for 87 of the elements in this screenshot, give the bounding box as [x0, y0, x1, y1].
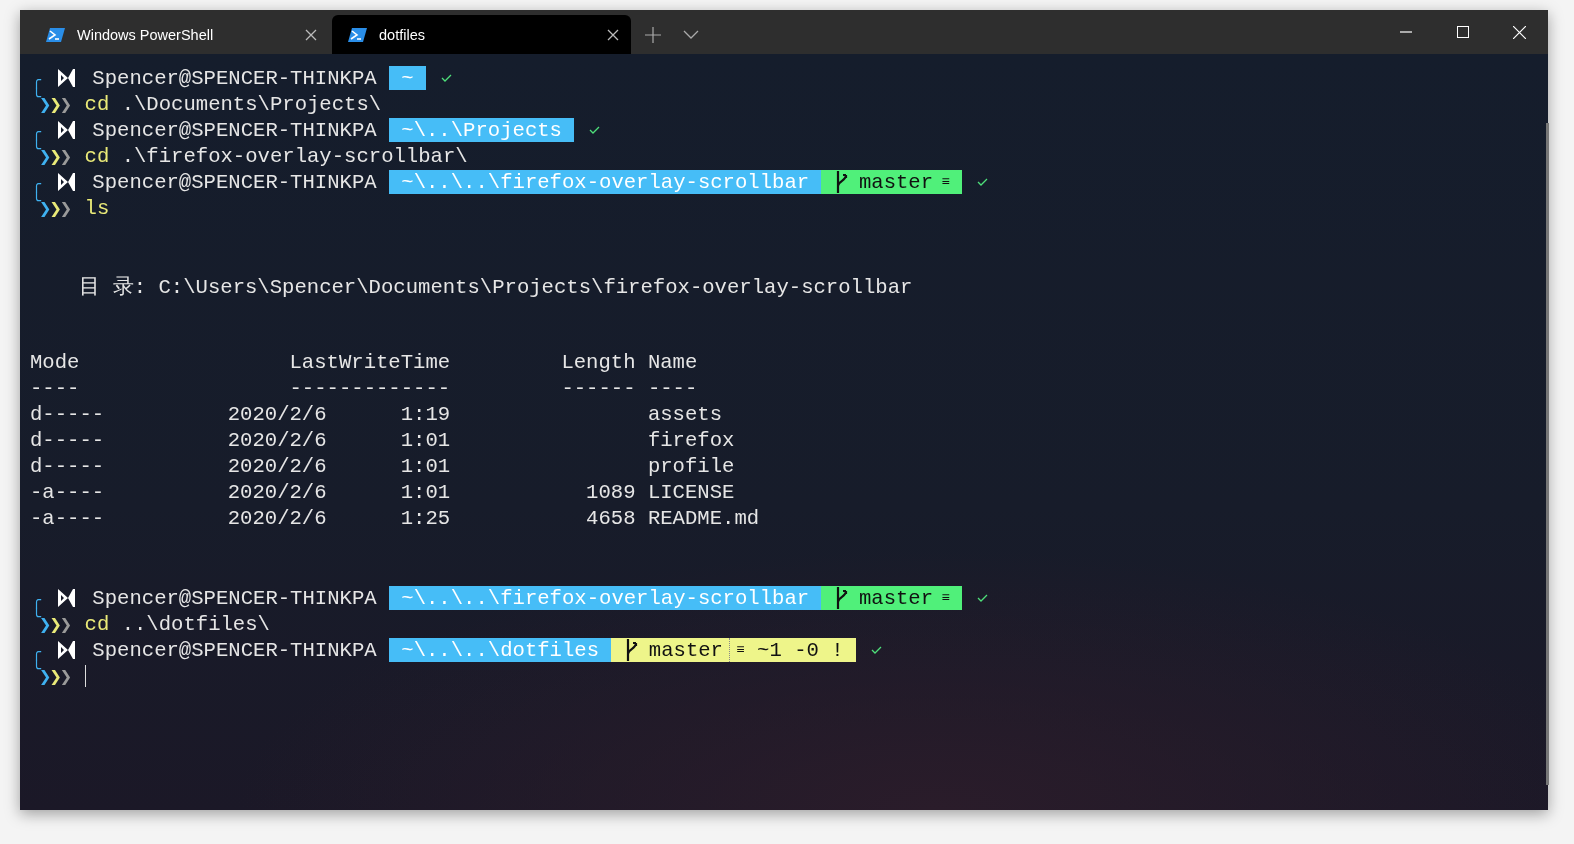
upstream-mark: ≡ [736, 642, 745, 658]
bowtie-icon [57, 587, 76, 609]
table-cell-text: 1:01 [400, 455, 451, 480]
close-icon[interactable] [305, 28, 317, 41]
maximize-icon[interactable] [1456, 26, 1469, 38]
tab[interactable]: dotfiles [332, 15, 631, 54]
table-cell-text: 2020/2/6 [227, 403, 328, 428]
user-host: Spencer@SPENCER-THINKPA [92, 170, 377, 194]
table-cell-text: 2020/2/6 [227, 481, 328, 506]
path-segment: ~\..\..\dotfiles [388, 638, 612, 662]
table-cell-text: 1:01 [400, 481, 451, 506]
prompt-corner: ╭ [32, 645, 41, 662]
table-cell-text: profile [647, 455, 736, 480]
check-icon [977, 177, 989, 187]
table-cell-text: assets [647, 403, 724, 428]
dropdown-icon[interactable] [683, 30, 699, 39]
git-status: ~1 -0 ! [757, 638, 844, 662]
header-rule: ---- [30, 377, 81, 402]
prompt-corner: ╭ [32, 177, 41, 194]
header-rule: ---- [647, 377, 699, 402]
prompt-arrows: ❯❯❯ [41, 145, 73, 169]
user-host: Spencer@SPENCER-THINKPA [92, 118, 377, 142]
powershell-icon [46, 25, 65, 44]
plus-icon[interactable] [645, 26, 661, 43]
branch-name: master [858, 586, 934, 610]
bowtie-icon [57, 67, 76, 89]
bowtie-icon [57, 171, 76, 193]
path-segment: ~ [388, 66, 426, 90]
column-header: Mode [30, 351, 81, 376]
prompt-arrows: ❯❯❯ [41, 665, 73, 689]
command-name: cd [84, 92, 110, 116]
table-cell-text: 1089 [585, 481, 637, 506]
prompt-arrows: ❯❯❯ [41, 613, 73, 637]
table-cell-text: -a---- [30, 481, 106, 506]
command-args: ..\dotfiles\ [121, 612, 270, 636]
table-cell-text: d----- [30, 455, 106, 480]
prompt-corner: ╭ [32, 73, 41, 90]
table-cell-text: 2020/2/6 [227, 507, 328, 532]
table-cell-text: 4658 [585, 507, 637, 532]
prompt-arrows: ❯❯❯ [41, 197, 73, 221]
check-icon [870, 645, 882, 655]
check-icon [440, 73, 452, 83]
command-name: cd [84, 612, 110, 636]
table-cell-text: README.md [647, 507, 761, 532]
check-icon [977, 593, 989, 603]
powershell-icon [348, 25, 367, 44]
minimize-icon[interactable] [1399, 31, 1412, 33]
column-header: LastWriteTime [288, 351, 451, 376]
command-args: .\firefox-overlay-scrollbar\ [121, 144, 468, 168]
table-cell-text: 1:01 [400, 429, 451, 454]
table-cell-text: 1:19 [400, 403, 451, 428]
path-segment: ~\..\Projects [388, 118, 575, 142]
table-cell-text: d----- [30, 403, 106, 428]
table-cell-text: -a---- [30, 507, 106, 532]
scrollbar[interactable] [1546, 123, 1549, 785]
column-header: Length [560, 351, 637, 376]
text-cursor[interactable] [84, 665, 86, 687]
user-host: Spencer@SPENCER-THINKPA [92, 586, 377, 610]
table-cell-text: LICENSE [647, 481, 736, 506]
table-cell-text: d----- [30, 429, 106, 454]
tab[interactable]: Windows PowerShell [30, 15, 329, 54]
prompt-arrows: ❯❯❯ [41, 93, 73, 117]
command-name: cd [84, 144, 110, 168]
column-header: Name [647, 351, 699, 376]
bowtie-icon [57, 639, 76, 661]
header-rule: ------------- [288, 377, 451, 402]
close-icon[interactable] [607, 28, 619, 41]
branch-name: master [858, 170, 934, 194]
path-segment: ~\..\..\firefox-overlay-scrollbar [388, 170, 822, 194]
bowtie-icon [57, 119, 76, 141]
user-host: Spencer@SPENCER-THINKPA [92, 638, 377, 662]
table-cell-text: 2020/2/6 [227, 429, 328, 454]
table-cell-text: 2020/2/6 [227, 455, 328, 480]
branch-name: master [648, 638, 723, 662]
header-rule: ------ [560, 377, 637, 402]
check-icon [589, 125, 601, 135]
table-cell-text: firefox [647, 429, 736, 454]
upstream-mark: ≡ [941, 590, 950, 606]
command-args: .\Documents\Projects\ [121, 92, 382, 116]
command-name: ls [84, 196, 110, 220]
path-segment: ~\..\..\firefox-overlay-scrollbar [388, 586, 822, 610]
user-host: Spencer@SPENCER-THINKPA [92, 66, 377, 90]
upstream-mark: ≡ [941, 174, 950, 190]
prompt-corner: ╭ [32, 125, 41, 142]
directory-heading: 目 录: C:\Users\Spencer\Documents\Projects\firefox-overlay-scrollbar [79, 275, 913, 300]
table-cell-text: 1:25 [400, 507, 451, 532]
prompt-corner: ╭ [32, 593, 41, 610]
